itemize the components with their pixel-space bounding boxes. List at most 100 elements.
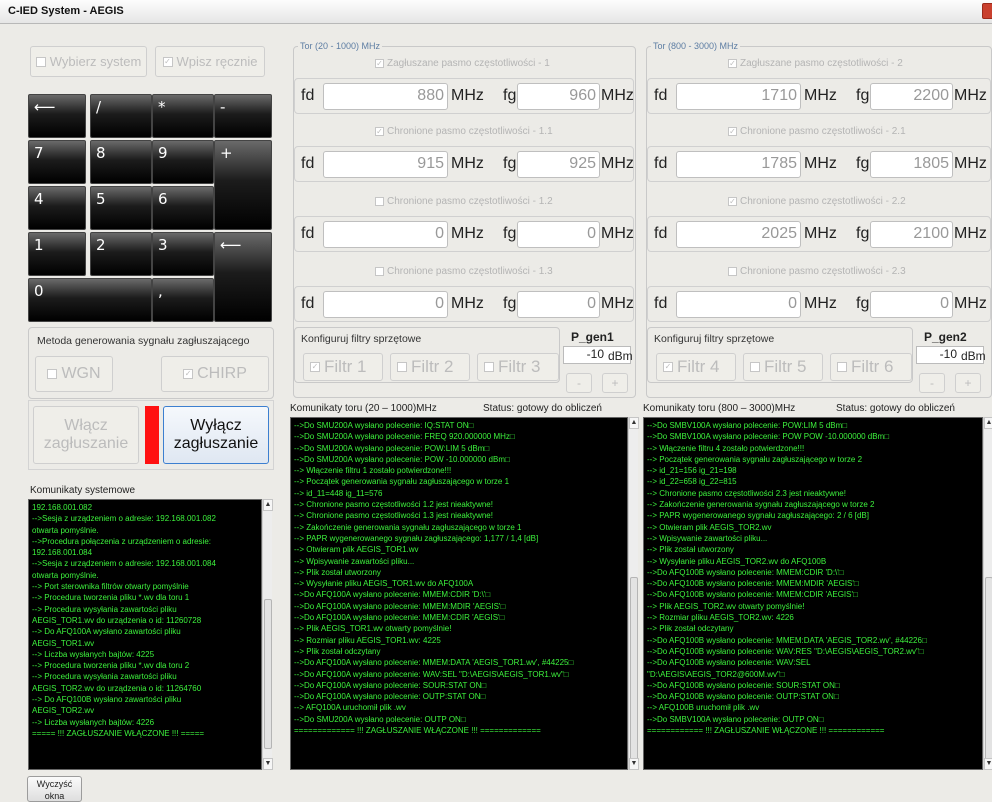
- tor1-band-label[interactable]: Chronione pasmo częstotliwości - 1.3: [375, 266, 553, 277]
- tor2-log-scrollbar[interactable]: ▲ ▼: [983, 417, 992, 770]
- keypad-key[interactable]: ,: [152, 278, 214, 322]
- fd-label: fd: [301, 87, 315, 104]
- keypad-key[interactable]: 9: [152, 140, 214, 184]
- tor2-log-line: -->Do SMBV100A wysłano polecenie: OUTP O…: [647, 714, 824, 724]
- tor2-pgen-decrease-button[interactable]: -: [919, 373, 945, 393]
- tor2-log-line: -->Do AFQ100B wysłano polecenie: MMEM:CD…: [647, 590, 858, 600]
- fg-input[interactable]: 0: [517, 221, 600, 248]
- keypad-key[interactable]: 2: [90, 232, 152, 276]
- keypad-key[interactable]: *: [152, 94, 214, 138]
- fg-input[interactable]: 2100: [870, 221, 953, 248]
- system-log-line: --> Procedura wysyłania zawartości pliku: [32, 604, 177, 614]
- tor2-pgen-increase-button[interactable]: +: [955, 373, 981, 393]
- tor2-filters-title: Konfiguruj filtry sprzętowe: [654, 333, 775, 345]
- scroll-up-icon[interactable]: ▲: [984, 417, 992, 429]
- jamming-off-button[interactable]: Wyłącz zagłuszanie: [163, 406, 269, 464]
- fg-input[interactable]: 925: [517, 151, 600, 178]
- fd-input[interactable]: 2025: [676, 221, 801, 248]
- jamming-on-button[interactable]: Włącz zagłuszanie: [33, 406, 139, 464]
- mhz-unit: MHz: [804, 155, 837, 172]
- tor1-filter-button[interactable]: Filtr 3: [477, 353, 559, 381]
- tor1-band-label[interactable]: ✓ Chronione pasmo częstotliwości - 1.1: [375, 126, 553, 137]
- keypad-key[interactable]: 8: [90, 140, 152, 184]
- keypad-key[interactable]: 6: [152, 186, 214, 230]
- tor2-log-line: -->Do SMBV100A wysłano polecenie: POW:LI…: [647, 421, 848, 430]
- system-log-line: AEGIS_TOR1.wv: [32, 638, 95, 648]
- checkbox-icon: [484, 362, 494, 372]
- scroll-thumb[interactable]: [630, 577, 638, 762]
- keypad-key[interactable]: 5: [90, 186, 152, 230]
- tor2-band-label[interactable]: ✓ Chronione pasmo częstotliwości - 2.2: [728, 196, 906, 207]
- fd-label: fd: [654, 225, 668, 242]
- keypad-key[interactable]: -: [214, 94, 272, 138]
- tor2-log-line: -->Do AFQ100B wysłano polecenie: WAV:RES…: [647, 646, 924, 656]
- fg-input[interactable]: 1805: [870, 151, 953, 178]
- tor1-band-label[interactable]: ✓ Zagłuszane pasmo częstotliwości - 1: [375, 58, 550, 69]
- choose-system-button[interactable]: Wybierz system: [30, 46, 147, 77]
- fd-input[interactable]: 0: [676, 291, 801, 318]
- tor1-pgen-decrease-button[interactable]: -: [566, 373, 592, 393]
- tor1-log-line: --> Wysyłanie pliku AEGIS_TOR1.wv do AFQ…: [294, 579, 474, 589]
- fd-input[interactable]: 1785: [676, 151, 801, 178]
- close-icon[interactable]: [982, 3, 992, 19]
- tor1-filter-label: Filtr 2: [411, 357, 454, 376]
- tor2-log-line: -->Do AFQ100B wysłano polecenie: SOUR:ST…: [647, 680, 840, 690]
- keypad-key[interactable]: 3: [152, 232, 214, 276]
- checkbox-icon: ✓: [375, 58, 384, 68]
- tor1-log-line: --> Początek generowania sygnału zagłusz…: [294, 477, 510, 487]
- fd-input[interactable]: 0: [323, 221, 448, 248]
- keypad-key[interactable]: 1: [28, 232, 86, 276]
- manual-entry-label: Wpisz ręcznie: [176, 54, 258, 69]
- tor1-band-label[interactable]: Chronione pasmo częstotliwości - 1.2: [375, 196, 553, 207]
- scroll-up-icon[interactable]: ▲: [629, 417, 639, 429]
- scroll-down-icon[interactable]: ▼: [263, 758, 273, 770]
- fd-input[interactable]: 915: [323, 151, 448, 178]
- tor2-filter-button[interactable]: ✓ Filtr 4: [656, 353, 736, 381]
- tor2-band-label[interactable]: ✓ Zagłuszane pasmo częstotliwości - 2: [728, 58, 903, 69]
- tor2-band-label[interactable]: Chronione pasmo częstotliwości - 2.3: [728, 266, 906, 277]
- wgn-button[interactable]: WGN: [35, 356, 113, 392]
- manual-entry-button[interactable]: ✓ Wpisz ręcznie: [155, 46, 265, 77]
- system-messages-log: 192.168.001.082 -->Sesja z urządzeniem o …: [28, 499, 262, 770]
- keypad-key[interactable]: ⟵: [214, 232, 272, 322]
- method-group: Metoda generowania sygnału zagłuszająceg…: [28, 327, 274, 399]
- keypad-key[interactable]: +: [214, 140, 272, 230]
- fg-input[interactable]: 960: [517, 83, 600, 110]
- scroll-thumb[interactable]: [264, 599, 272, 749]
- tor1-filter-button[interactable]: Filtr 2: [390, 353, 470, 381]
- keypad-key[interactable]: 0: [28, 278, 152, 322]
- tor1-band-label-text: Zagłuszane pasmo częstotliwości - 1: [387, 58, 550, 69]
- fd-input[interactable]: 0: [323, 291, 448, 318]
- system-log-scrollbar[interactable]: ▲ ▼: [262, 499, 273, 770]
- fg-input[interactable]: 0: [870, 291, 953, 318]
- tor2-filter-button[interactable]: Filtr 6: [830, 353, 912, 381]
- tor1-log-line: --> Plik został utworzony: [294, 567, 381, 577]
- tor2-filter-button[interactable]: Filtr 5: [743, 353, 823, 381]
- tor1-pgen-label: P_gen1: [571, 330, 614, 344]
- tor2-band-label[interactable]: ✓ Chronione pasmo częstotliwości - 2.1: [728, 126, 906, 137]
- keypad-key[interactable]: ⟵: [28, 94, 86, 138]
- chirp-button[interactable]: ✓ CHIRP: [161, 356, 269, 392]
- tor2-band-row: fd 1785 MHz fg 1805 MHz: [647, 146, 991, 182]
- keypad-key[interactable]: 4: [28, 186, 86, 230]
- fg-input[interactable]: 2200: [870, 83, 953, 110]
- tor1-log-scrollbar[interactable]: ▲ ▼: [628, 417, 639, 770]
- scroll-thumb[interactable]: [985, 577, 992, 762]
- tor2-band-label-text: Zagłuszane pasmo częstotliwości - 2: [740, 58, 903, 69]
- fd-input[interactable]: 880: [323, 83, 448, 110]
- tor2-log-line: -->Do AFQ100B wysłano polecenie: MMEM:CD…: [647, 567, 844, 577]
- scroll-up-icon[interactable]: ▲: [263, 499, 273, 511]
- tor2-band-label-text: Chronione pasmo częstotliwości - 2.3: [740, 266, 906, 277]
- scroll-down-icon[interactable]: ▼: [629, 758, 639, 770]
- mhz-unit: MHz: [954, 87, 987, 104]
- keypad-key[interactable]: 7: [28, 140, 86, 184]
- fd-input[interactable]: 1710: [676, 83, 801, 110]
- fd-label: fd: [301, 225, 315, 242]
- clear-windows-button[interactable]: Wyczyść okna: [27, 776, 82, 802]
- fg-input[interactable]: 0: [517, 291, 600, 318]
- mhz-unit: MHz: [601, 225, 634, 242]
- keypad-key[interactable]: /: [90, 94, 152, 138]
- tor1-filter-button[interactable]: ✓ Filtr 1: [303, 353, 383, 381]
- scroll-down-icon[interactable]: ▼: [984, 758, 992, 770]
- tor1-pgen-increase-button[interactable]: +: [602, 373, 628, 393]
